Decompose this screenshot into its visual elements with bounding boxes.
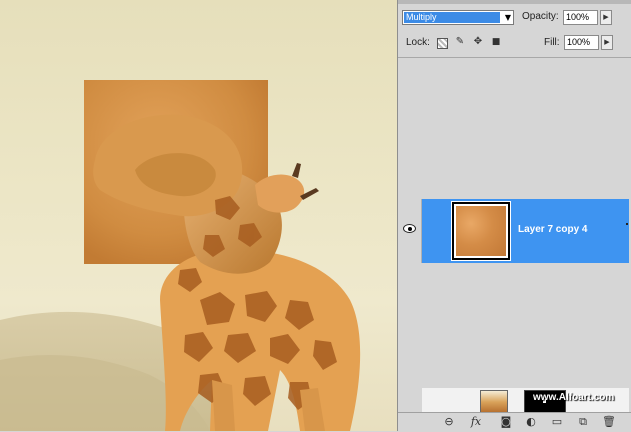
blend-mode-value: Multiply [404, 12, 500, 23]
mask-icon[interactable]: ◙ [499, 415, 513, 429]
giraffe-horn-1 [292, 163, 301, 178]
giraffe-head [255, 174, 305, 213]
opacity-slider-arrow-icon[interactable]: ▶ [600, 10, 612, 25]
layer-visibility-cell[interactable] [398, 199, 422, 263]
layer-name[interactable]: Layer 7 copy 4 [518, 224, 587, 235]
layers-panel: Multiply ▼ Opacity: 100% ▶ Lock: ✎ ✥ ■ F… [397, 0, 631, 432]
fill-label: Fill: [544, 37, 560, 48]
lock-options-row: Lock: ✎ ✥ ■ Fill: 100% ▶ [398, 33, 631, 53]
lock-all-padlock-icon[interactable]: ■ [490, 36, 502, 48]
opacity-label: Opacity: [522, 11, 559, 22]
trash-icon[interactable]: 🗑 [602, 415, 616, 429]
lock-position-move-icon[interactable]: ✥ [472, 36, 484, 48]
eye-icon[interactable] [403, 224, 416, 233]
chevron-down-icon: ▼ [504, 13, 511, 22]
link-icon[interactable]: ⊖ [442, 415, 456, 429]
panel-top-border [398, 0, 631, 4]
lock-transparent-pixels-icon[interactable] [437, 38, 448, 49]
opacity-input[interactable]: 100% [563, 10, 598, 25]
giraffe-leg-front [212, 380, 235, 431]
panel-scroll-indicator [626, 199, 629, 263]
new-layer-icon[interactable]: ⧉ [576, 415, 590, 429]
layer-thumbnail-image [456, 206, 506, 256]
layers-bottom-toolbar: ⊖ fx ◙ ◐ ▭ ⧉ 🗑 [398, 412, 631, 432]
layer-thumbnail[interactable] [451, 201, 511, 261]
fill-input[interactable]: 100% [564, 35, 599, 50]
layer-row-selected[interactable]: Layer 7 copy 4 [422, 199, 629, 263]
layer-thumbnail-giraffe[interactable] [480, 390, 508, 414]
watermark-text: www.Alfoart.com [533, 392, 615, 403]
fx-icon[interactable]: fx [469, 415, 483, 429]
fill-slider-arrow-icon[interactable]: ▶ [601, 35, 613, 50]
panel-divider [398, 57, 631, 58]
blend-options-row: Multiply ▼ Opacity: 100% ▶ [398, 7, 631, 27]
lock-label: Lock: [406, 37, 430, 48]
canvas-artwork [0, 80, 361, 431]
blend-mode-dropdown[interactable]: Multiply ▼ [402, 10, 514, 25]
adjustment-icon[interactable]: ◐ [524, 415, 538, 429]
group-folder-icon[interactable]: ▭ [550, 415, 564, 429]
document-canvas[interactable] [0, 0, 397, 431]
lock-image-pixels-brush-icon[interactable]: ✎ [454, 36, 466, 48]
